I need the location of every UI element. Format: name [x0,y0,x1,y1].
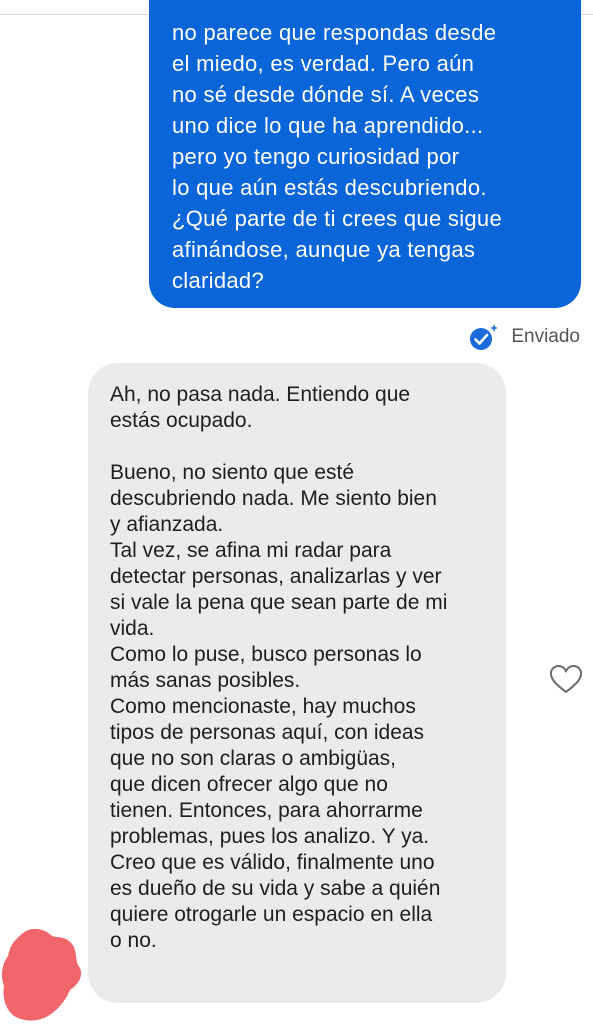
sender-avatar[interactable] [0,924,84,1024]
check-circle-icon [467,321,499,353]
sent-message-text: no parece que respondas desde el miedo, … [172,20,503,293]
received-message-bubble[interactable]: Ah, no pasa nada. Entiendo que estás ocu… [88,363,506,1003]
message-status: Enviado [467,321,580,353]
heart-outline-icon[interactable] [548,663,584,695]
received-message-text: Ah, no pasa nada. Entiendo que estás ocu… [110,383,448,952]
status-label: Enviado [511,326,580,347]
sent-message-bubble[interactable]: no parece que respondas desde el miedo, … [149,0,581,308]
